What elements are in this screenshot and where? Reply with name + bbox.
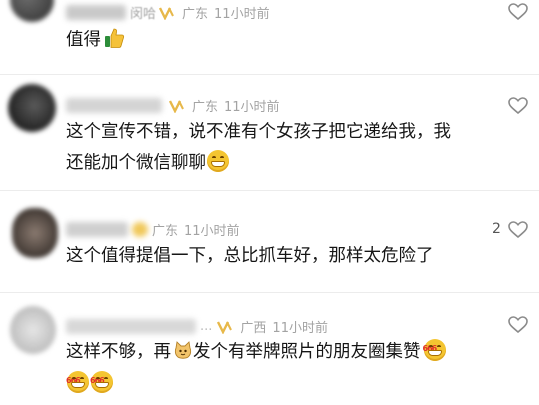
timestamp: 11小时前: [214, 7, 270, 22]
verified-v-icon: [217, 320, 233, 334]
comment-meta: 广东 11小时前: [66, 220, 240, 239]
divider: [0, 292, 539, 293]
divider: [0, 190, 539, 191]
comment-list: { "comments": [ { "name_visible": "闵哈", …: [0, 0, 539, 405]
location: 广东: [192, 100, 219, 115]
comment-meta: 闵哈 广东 11小时前: [66, 3, 270, 22]
comment-body-end: 发个有举牌照片的朋友圈集赞: [193, 342, 421, 362]
timestamp: 11小时前: [184, 224, 240, 239]
heart-icon[interactable]: [508, 3, 528, 21]
comment-body: 值得: [66, 30, 101, 50]
like-count: 2: [492, 221, 501, 237]
comment-text: 这样不够，再 发个有举牌照片的朋友圈集赞 666 666 666: [66, 337, 447, 400]
timestamp: 11小时前: [272, 321, 328, 336]
heart-icon[interactable]: [508, 97, 528, 115]
verified-v-icon: [158, 6, 174, 20]
grinning-666-icon: 666: [423, 339, 446, 361]
username-blurred[interactable]: [66, 319, 196, 334]
location: 广东: [152, 224, 179, 239]
comment-line: 这个宣传不错，说不准有个女孩子把它递给我，我: [66, 122, 451, 142]
comment-line-wrap: 这样不够，再 发个有举牌照片的朋友圈集赞 666: [66, 337, 447, 368]
verified-v-icon: [168, 99, 184, 113]
location: 广东: [182, 7, 209, 22]
username[interactable]: 闵哈: [130, 3, 156, 22]
username-blurred[interactable]: [66, 98, 162, 113]
comment-emoji-row: 666 666: [66, 369, 447, 400]
username-emoji-blurred: [132, 222, 148, 237]
divider: [0, 74, 539, 75]
comment-line-wrap: 还能加个微信聊聊: [66, 148, 451, 179]
avatar[interactable]: [12, 208, 58, 258]
comment-line: 还能加个微信聊聊: [66, 153, 206, 173]
avatar[interactable]: [10, 306, 56, 354]
comment-body: 这个值得提倡一下，总比抓车好，那样太危险了: [66, 246, 434, 266]
heart-icon[interactable]: [508, 221, 528, 239]
comment-meta: ... 广西 11小时前: [66, 317, 328, 336]
grinning-face-icon: [207, 150, 229, 172]
timestamp: 11小时前: [224, 100, 280, 115]
avatar[interactable]: [8, 84, 56, 132]
comment-text: 这个宣传不错，说不准有个女孩子把它递给我，我 还能加个微信聊聊: [66, 117, 451, 179]
avatar[interactable]: [10, 0, 54, 22]
heart-icon[interactable]: [508, 316, 528, 334]
comment-meta: 广东 11小时前: [66, 96, 280, 115]
comment-text: 值得: [66, 25, 125, 56]
comment-text: 这个值得提倡一下，总比抓车好，那样太危险了: [66, 241, 434, 272]
username-blurred[interactable]: [66, 222, 128, 237]
comment-body-start: 这样不够，再: [66, 342, 171, 362]
cat-face-icon: [174, 341, 192, 359]
grinning-666-icon: 666: [66, 371, 89, 393]
grinning-666-icon: 666: [90, 371, 113, 393]
username-blurred[interactable]: [66, 5, 126, 20]
thumbs-up-icon: [105, 28, 125, 48]
location: 广西: [240, 321, 267, 336]
ellipsis: ...: [200, 319, 213, 334]
